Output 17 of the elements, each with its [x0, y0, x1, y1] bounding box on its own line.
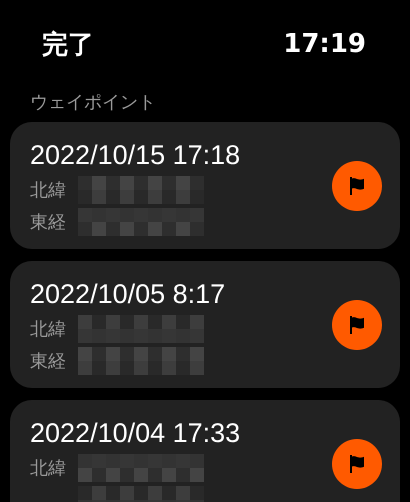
- waypoint-date: 2022/10/05 8:17: [30, 278, 226, 310]
- waypoint-date: 2022/10/04 17:33: [30, 416, 242, 450]
- waypoint-card[interactable]: 2022/10/04 17:33 北緯: [10, 400, 400, 502]
- longitude-label: 東経: [30, 350, 67, 372]
- flag-button[interactable]: [332, 300, 382, 350]
- flag-button[interactable]: [332, 438, 382, 488]
- waypoint-card[interactable]: 2022/10/05 8:17 北緯 東経: [10, 261, 400, 388]
- waypoint-card[interactable]: 2022/10/15 17:18 北緯 東経: [10, 122, 400, 249]
- flag-button[interactable]: [332, 160, 382, 210]
- longitude-label: 東経: [30, 210, 67, 234]
- latitude-label: 北緯: [30, 456, 67, 480]
- waypoint-date: 2022/10/15 17:18: [30, 138, 242, 172]
- done-button[interactable]: 完了: [42, 26, 94, 62]
- clock-time: 17:19: [283, 29, 366, 59]
- section-title: ウェイポイント: [29, 91, 157, 114]
- latitude-label: 北緯: [30, 178, 67, 202]
- latitude-label: 北緯: [30, 318, 67, 340]
